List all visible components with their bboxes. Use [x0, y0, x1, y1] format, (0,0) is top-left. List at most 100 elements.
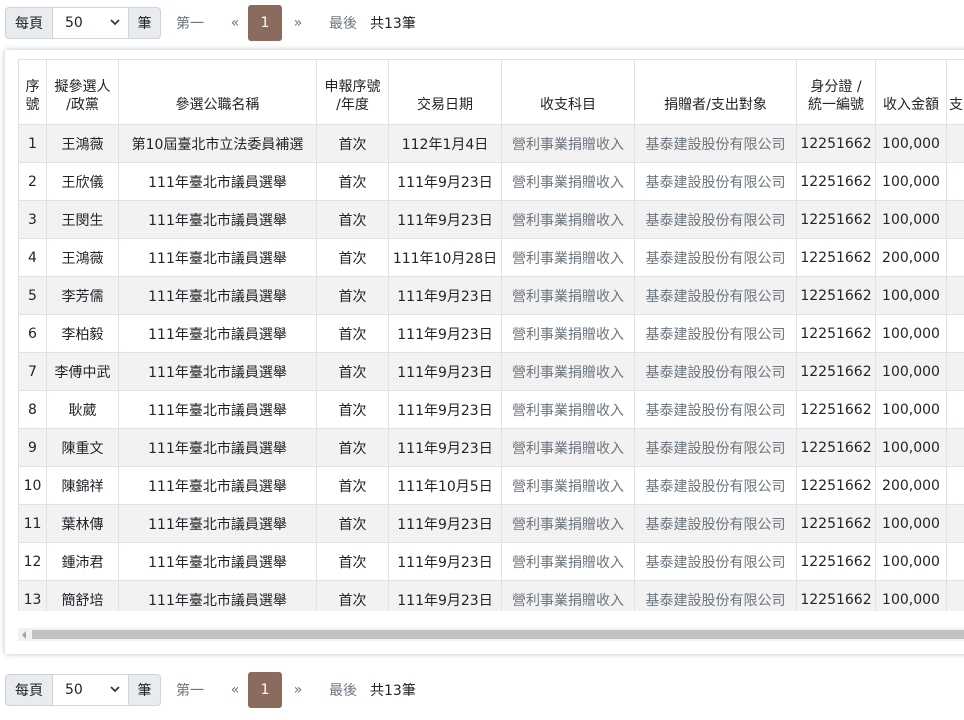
header-report[interactable]: 申報序號/年度 — [316, 59, 389, 125]
cell-income: 200,000 — [875, 466, 947, 505]
cell-date: 111年9月23日 — [388, 504, 502, 543]
header-seq[interactable]: 序號 — [18, 59, 47, 125]
cell-seq: 4 — [18, 238, 47, 277]
cell-date: 111年9月23日 — [388, 200, 502, 239]
header-donor[interactable]: 捐贈者/支出對象 — [634, 59, 797, 125]
horizontal-scrollbar[interactable] — [18, 628, 964, 641]
cell-election: 111年臺北市議員選舉 — [118, 504, 317, 543]
cell-category: 營利事業捐贈收入 — [501, 390, 635, 429]
table-row: 12 鍾沛君 111年臺北市議員選舉 首次 111年9月23日 營利事業捐贈收入 基泰建設股… — [18, 542, 964, 581]
table-row: 8 耿葳 111年臺北市議員選舉 首次 111年9月23日 營利事業捐贈收入 基泰建設股份有… — [18, 390, 964, 429]
per-page-select[interactable]: 50 — [53, 7, 128, 39]
cell-election: 111年臺北市議員選舉 — [118, 428, 317, 467]
header-income[interactable]: 收入金額 — [875, 59, 947, 125]
cell-seq: 12 — [18, 542, 47, 581]
header-id[interactable]: 身分證 / 統一編號 — [796, 59, 876, 125]
cell-date: 111年9月23日 — [388, 276, 502, 315]
cell-candidate: 葉林傳 — [46, 504, 119, 543]
cell-donor: 基泰建設股份有限公司 — [634, 580, 797, 611]
first-page-link[interactable]: 第一 — [174, 5, 206, 41]
table-scroll-area[interactable]: 序號 擬參選人/政黨 參選公職名稱 申報序號/年度 交易日期 收支科目 捐贈者/… — [18, 59, 964, 611]
cell-seq: 6 — [18, 314, 47, 353]
cell-election: 111年臺北市議員選舉 — [118, 466, 317, 505]
cell-date: 111年9月23日 — [388, 428, 502, 467]
cell-income: 100,000 — [875, 314, 947, 353]
cell-more — [946, 542, 964, 581]
next-page-link[interactable]: » — [293, 672, 303, 708]
cell-id: 12251662 — [796, 162, 876, 201]
cell-seq: 13 — [18, 580, 47, 611]
cell-report: 首次 — [316, 466, 389, 505]
scroll-left-icon[interactable] — [18, 628, 30, 641]
cell-election: 111年臺北市議員選舉 — [118, 200, 317, 239]
cell-seq: 1 — [18, 124, 47, 163]
cell-id: 12251662 — [796, 580, 876, 611]
cell-election: 111年臺北市議員選舉 — [118, 276, 317, 315]
header-category[interactable]: 收支科目 — [501, 59, 635, 125]
cell-candidate: 耿葳 — [46, 390, 119, 429]
current-page-button[interactable]: 1 — [248, 5, 282, 41]
chevron-down-icon — [110, 19, 120, 26]
chevron-down-icon — [110, 686, 120, 693]
cell-election: 111年臺北市議員選舉 — [118, 580, 317, 611]
last-page-link[interactable]: 最後 — [327, 672, 359, 708]
cell-category: 營利事業捐贈收入 — [501, 352, 635, 391]
cell-income: 100,000 — [875, 504, 947, 543]
cell-more — [946, 162, 964, 201]
cell-report: 首次 — [316, 580, 389, 611]
cell-income: 100,000 — [875, 162, 947, 201]
cell-date: 111年9月23日 — [388, 162, 502, 201]
total-count: 共13筆 — [370, 16, 416, 32]
cell-id: 12251662 — [796, 352, 876, 391]
cell-category: 營利事業捐贈收入 — [501, 466, 635, 505]
cell-candidate: 王鴻薇 — [46, 238, 119, 277]
cell-category: 營利事業捐贈收入 — [501, 276, 635, 315]
table-row: 13 簡舒培 111年臺北市議員選舉 首次 111年9月23日 營利事業捐贈收入 基泰建設股… — [18, 580, 964, 611]
cell-candidate: 李傅中武 — [46, 352, 119, 391]
header-candidate[interactable]: 擬參選人/政黨 — [46, 59, 119, 125]
cell-date: 111年9月23日 — [388, 580, 502, 611]
cell-date: 111年9月23日 — [388, 542, 502, 581]
cell-donor: 基泰建設股份有限公司 — [634, 162, 797, 201]
cell-report: 首次 — [316, 352, 389, 391]
cell-income: 100,000 — [875, 390, 947, 429]
total-count: 共13筆 — [370, 683, 416, 699]
header-date[interactable]: 交易日期 — [388, 59, 502, 125]
cell-seq: 7 — [18, 352, 47, 391]
cell-more — [946, 466, 964, 505]
header-more[interactable]: 支 — [946, 59, 964, 125]
cell-income: 100,000 — [875, 542, 947, 581]
cell-category: 營利事業捐贈收入 — [501, 162, 635, 201]
scrollbar-thumb[interactable] — [32, 630, 964, 639]
cell-election: 111年臺北市議員選舉 — [118, 390, 317, 429]
prev-page-link[interactable]: « — [230, 5, 240, 41]
cell-category: 營利事業捐贈收入 — [501, 580, 635, 611]
first-page-link[interactable]: 第一 — [174, 672, 206, 708]
cell-seq: 10 — [18, 466, 47, 505]
cell-more — [946, 352, 964, 391]
per-page-select[interactable]: 50 — [53, 674, 128, 706]
cell-seq: 11 — [18, 504, 47, 543]
cell-category: 營利事業捐贈收入 — [501, 200, 635, 239]
cell-seq: 5 — [18, 276, 47, 315]
cell-id: 12251662 — [796, 542, 876, 581]
header-election[interactable]: 參選公職名稱 — [118, 59, 317, 125]
cell-id: 12251662 — [796, 504, 876, 543]
next-page-link[interactable]: » — [293, 5, 303, 41]
cell-seq: 8 — [18, 390, 47, 429]
cell-report: 首次 — [316, 200, 389, 239]
cell-date: 111年9月23日 — [388, 390, 502, 429]
cell-donor: 基泰建設股份有限公司 — [634, 390, 797, 429]
prev-page-link[interactable]: « — [230, 672, 240, 708]
cell-category: 營利事業捐贈收入 — [501, 314, 635, 353]
last-page-link[interactable]: 最後 — [327, 5, 359, 41]
cell-candidate: 李芳儒 — [46, 276, 119, 315]
cell-date: 111年9月23日 — [388, 352, 502, 391]
cell-category: 營利事業捐贈收入 — [501, 542, 635, 581]
cell-category: 營利事業捐贈收入 — [501, 238, 635, 277]
table-row: 2 王欣儀 111年臺北市議員選舉 首次 111年9月23日 營利事業捐贈收入 基泰建設股份… — [18, 162, 964, 201]
cell-date: 112年1月4日 — [388, 124, 502, 163]
cell-income: 100,000 — [875, 276, 947, 315]
table-row: 9 陳重文 111年臺北市議員選舉 首次 111年9月23日 營利事業捐贈收入 基泰建設股份… — [18, 428, 964, 467]
current-page-button[interactable]: 1 — [248, 672, 282, 708]
